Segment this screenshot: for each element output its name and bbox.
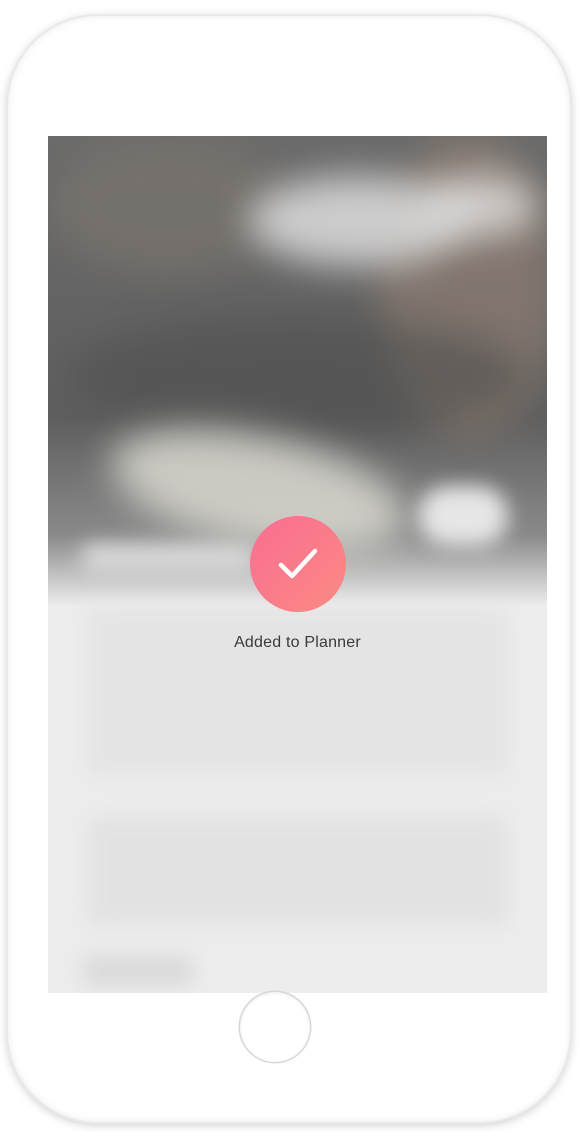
app-screen: Added to Planner [48,136,547,993]
blurred-card [88,816,508,926]
success-toast: Added to Planner [48,516,547,652]
success-badge [249,516,346,612]
phone-frame: Added to Planner [8,16,570,1122]
blur-shape [48,136,288,276]
blur-shape [428,176,538,236]
checkmark-icon [278,548,317,579]
blurred-label [83,956,193,986]
blur-shape [68,316,528,436]
home-button[interactable] [240,992,310,1062]
toast-message: Added to Planner [234,634,361,651]
